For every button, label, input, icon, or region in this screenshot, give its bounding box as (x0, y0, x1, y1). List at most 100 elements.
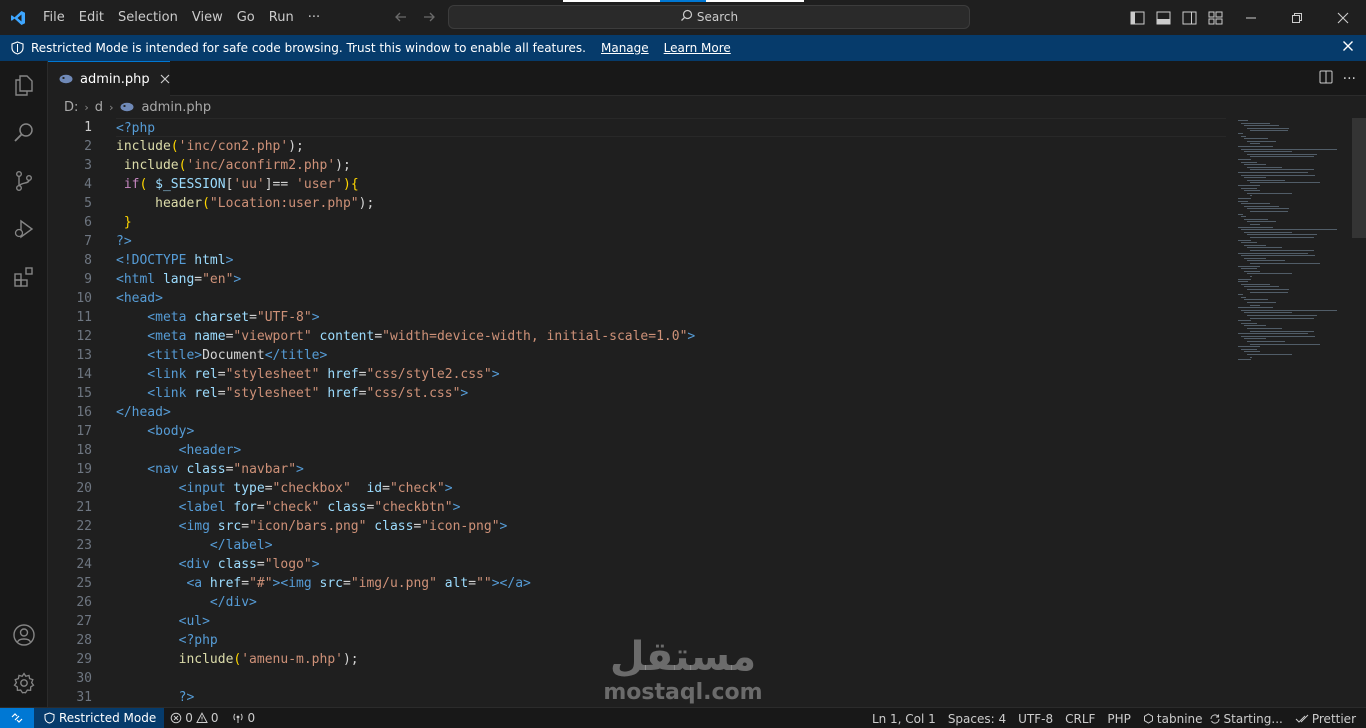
line-number: 24 (76, 557, 92, 572)
code-line[interactable]: <nav class="navbar"> (116, 460, 1226, 479)
code-line[interactable]: <head> (116, 289, 1226, 308)
cursor-position[interactable]: Ln 1, Col 1 (866, 712, 942, 726)
menu-item-file[interactable]: File (36, 0, 72, 35)
search-view-icon[interactable] (0, 109, 48, 157)
toggle-secondary-sidebar-icon[interactable] (1176, 0, 1202, 35)
close-tab-icon[interactable] (160, 74, 170, 84)
menu-item-go[interactable]: Go (230, 0, 262, 35)
breadcrumb-drive[interactable]: D: (64, 100, 78, 115)
code-line[interactable]: include('inc/con2.php'); (116, 137, 1226, 156)
code-token: for (233, 500, 257, 515)
more-actions-icon[interactable]: ··· (1343, 71, 1356, 87)
code-line[interactable]: </div> (116, 593, 1226, 612)
code-line[interactable]: <?php (116, 118, 1226, 137)
code-line[interactable]: <!DOCTYPE html> (116, 251, 1226, 270)
minimap-line (1250, 291, 1289, 293)
customize-layout-icon[interactable] (1202, 0, 1228, 35)
breadcrumb-folder[interactable]: d (95, 100, 103, 115)
code-editor[interactable]: 1 2 3 4 5 6 7 8 9 10 11 12 13 14 15 16 17 18 19 20 21 22 23 24 2… (48, 118, 1366, 707)
end-of-line[interactable]: CRLF (1059, 712, 1101, 726)
forward-arrow-icon[interactable] (420, 8, 438, 26)
code-line[interactable]: <a href="#"><img src="img/u.png" alt="">… (116, 574, 1226, 593)
code-line[interactable]: <ul> (116, 612, 1226, 631)
code-line[interactable]: <img src="icon/bars.png" class="icon-png… (116, 517, 1226, 536)
breadcrumb: D: › d › admin.php (48, 96, 1366, 118)
code-line[interactable]: ?> (116, 232, 1226, 251)
problems-status[interactable]: 0 0 (164, 711, 224, 725)
code-token: rel (194, 386, 218, 401)
ports-status[interactable]: 0 (225, 711, 262, 725)
menu-item-view[interactable]: View (185, 0, 230, 35)
code-line[interactable]: </label> (116, 536, 1226, 555)
code-token: <?php (116, 121, 156, 136)
source-control-icon[interactable] (0, 157, 48, 205)
restricted-mode-label: Restricted Mode (59, 711, 157, 725)
menu-more[interactable]: ··· (301, 0, 327, 35)
code-line[interactable]: <link rel="stylesheet" href="css/st.css"… (116, 384, 1226, 403)
code-token: > (491, 367, 500, 382)
code-line[interactable]: <link rel="stylesheet" href="css/style2.… (116, 365, 1226, 384)
restricted-mode-status[interactable]: Restricted Mode (34, 707, 165, 728)
tabnine-status[interactable]: tabnine Starting... (1137, 712, 1289, 726)
prettier-status[interactable]: Prettier (1289, 712, 1366, 726)
code-line[interactable]: </head> (116, 403, 1226, 422)
vertical-scrollbar[interactable] (1352, 118, 1366, 238)
double-check-icon (1295, 714, 1309, 724)
toggle-panel-icon[interactable] (1150, 0, 1176, 35)
code-token: include (116, 652, 234, 667)
code-line[interactable]: <header> (116, 441, 1226, 460)
command-center-search[interactable]: Search (448, 5, 970, 29)
breadcrumb-file[interactable]: admin.php (141, 100, 211, 115)
error-count: 0 (185, 711, 193, 725)
line-number: 15 (76, 386, 92, 401)
tab-label: admin.php (80, 71, 150, 87)
code-line[interactable]: <meta name="viewport" content="width=dev… (116, 327, 1226, 346)
split-editor-icon[interactable] (1319, 69, 1333, 88)
code-line[interactable]: <input type="checkbox" id="check"> (116, 479, 1226, 498)
minimap-line (1250, 250, 1314, 251)
code-line[interactable]: if( $_SESSION['uu']== 'user'){ (116, 175, 1226, 194)
warning-count: 0 (210, 711, 219, 725)
minimize-icon[interactable] (1228, 0, 1274, 35)
minimap-line (1241, 335, 1315, 337)
learn-more-link[interactable]: Learn More (664, 41, 731, 55)
code-line[interactable]: <html lang="en"> (116, 270, 1226, 289)
accounts-icon[interactable] (0, 611, 48, 659)
explorer-icon[interactable] (0, 61, 48, 109)
close-window-icon[interactable] (1320, 0, 1366, 35)
back-arrow-icon[interactable] (392, 8, 410, 26)
language-mode[interactable]: PHP (1101, 712, 1137, 726)
code-line[interactable]: header("Location:user.php"); (116, 194, 1226, 213)
code-token: "Location:user.php" (209, 196, 359, 211)
code-line[interactable]: <label for="check" class="checkbtn"> (116, 498, 1226, 517)
menu-item-selection[interactable]: Selection (111, 0, 185, 35)
code-content[interactable]: <?php include('inc/con2.php'); include('i… (116, 118, 1226, 707)
code-line[interactable]: <div class="logo"> (116, 555, 1226, 574)
toggle-primary-sidebar-icon[interactable] (1124, 0, 1150, 35)
indentation[interactable]: Spaces: 4 (942, 712, 1012, 726)
code-token: <head> (116, 291, 163, 306)
minimap-line (1238, 159, 1251, 160)
code-token: html (194, 253, 226, 268)
code-line[interactable]: <meta charset="UTF-8"> (116, 308, 1226, 327)
menu-item-edit[interactable]: Edit (72, 0, 111, 35)
code-line[interactable]: } (116, 213, 1226, 232)
tab-admin-php[interactable]: admin.php (48, 61, 170, 96)
code-token: "" (476, 576, 492, 591)
minimap[interactable] (1238, 118, 1348, 378)
editor-tab-bar: admin.php ··· (48, 61, 1366, 96)
menu-item-run[interactable]: Run (262, 0, 301, 35)
manage-gear-icon[interactable] (0, 659, 48, 707)
manage-link[interactable]: Manage (601, 41, 649, 55)
banner-message: Restricted Mode is intended for safe cod… (31, 41, 586, 55)
remote-indicator-icon[interactable] (0, 707, 34, 728)
code-line[interactable]: <body> (116, 422, 1226, 441)
extensions-icon[interactable] (0, 253, 48, 301)
close-banner-icon[interactable] (1342, 40, 1354, 55)
restore-icon[interactable] (1274, 0, 1320, 35)
encoding[interactable]: UTF-8 (1012, 712, 1059, 726)
code-token: ( (170, 139, 179, 154)
run-debug-icon[interactable] (0, 205, 48, 253)
code-line[interactable]: <title>Document</title> (116, 346, 1226, 365)
code-line[interactable]: include('inc/aconfirm2.php'); (116, 156, 1226, 175)
